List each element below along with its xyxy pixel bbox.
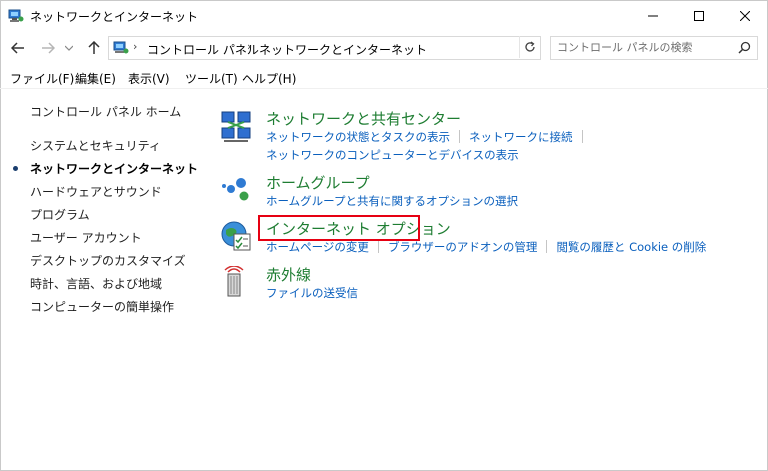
link-divider [581,130,583,143]
breadcrumb-control-panel[interactable]: コントロール パネル [147,41,259,58]
forward-arrow-icon [42,42,55,54]
window-title: ネットワークとインターネット [30,10,199,24]
breadcrumb-separator-icon[interactable]: › [247,40,251,53]
minimize-icon [648,15,658,17]
link-connect-to-network[interactable]: ネットワークに接続 [469,130,573,144]
homegroup-icon [220,174,254,208]
link-delete-browsing-history[interactable]: 閲覧の履歴と Cookie の削除 [556,240,706,254]
close-button[interactable] [722,0,768,32]
recent-locations-button[interactable] [62,38,76,58]
infrared-icon [220,265,254,300]
link-send-receive-files[interactable]: ファイルの送受信 [266,286,358,300]
up-button[interactable] [84,38,104,58]
link-change-home-page[interactable]: ホームページの変更 [266,240,369,254]
menu-help[interactable]: ヘルプ(H) [242,70,296,87]
address-bar[interactable]: › コントロール パネル › ネットワークとインターネット › [108,36,626,60]
breadcrumb-separator-icon[interactable]: › [393,40,397,53]
link-view-network-status[interactable]: ネットワークの状態とタスクの表示 [266,130,450,144]
link-manage-browser-addons[interactable]: ブラウザーのアドオンの管理 [388,240,538,254]
menu-file[interactable]: ファイル(F) [10,70,74,87]
link-view-network-computers-devices[interactable]: ネットワークのコンピューターとデバイスの表示 [266,148,519,162]
close-icon [740,11,750,21]
link-divider [459,130,460,143]
breadcrumb-network-internet[interactable]: ネットワークとインターネット [259,41,427,58]
minimize-button[interactable] [630,0,676,32]
link-divider [377,240,379,253]
left-nav-personalization[interactable]: デスクトップのカスタマイズ [30,252,186,269]
section-links-row: ファイルの送受信 [266,285,358,301]
maximize-button[interactable] [676,0,722,32]
refresh-button[interactable] [519,36,540,58]
control-panel-network-icon [8,8,24,27]
maximize-icon [694,11,704,21]
section-links-row: ホームグループと共有に関するオプションの選択 [266,193,518,209]
network-sharing-center-icon [220,110,254,144]
refresh-icon [525,41,535,52]
navigation-bar: › コントロール パネル › ネットワークとインターネット › [0,34,768,62]
left-nav-programs[interactable]: プログラム [30,206,90,223]
chevron-down-icon [65,45,73,51]
menu-bar: ファイル(F) 編集(E) 表示(V) ツール(T) ヘルプ(H) [0,66,768,89]
up-arrow-icon [88,41,100,54]
back-arrow-icon [11,42,24,54]
left-nav-network-internet[interactable]: ネットワークとインターネット [30,160,198,177]
internet-options-icon [220,220,254,254]
section-title-infrared[interactable]: 赤外線 [266,264,311,285]
left-nav-clock-language-region[interactable]: 時計、言語、および地域 [30,275,162,292]
section-links-row: ネットワークの状態とタスクの表示 ネットワークに接続 [266,129,592,145]
forward-button[interactable] [38,38,58,58]
menu-tools[interactable]: ツール(T) [185,70,238,87]
search-icon[interactable] [738,41,751,57]
section-title-network-sharing-center[interactable]: ネットワークと共有センター [266,108,461,129]
link-homegroup-sharing-options[interactable]: ホームグループと共有に関するオプションの選択 [266,194,518,208]
control-panel-network-icon [113,40,129,59]
search-input[interactable] [557,39,727,55]
left-nav-user-accounts[interactable]: ユーザー アカウント [30,229,142,246]
left-nav-hardware-sound[interactable]: ハードウェアとサウンド [30,183,162,200]
link-divider [546,240,548,253]
section-links-row: ホームページの変更 ブラウザーのアドオンの管理 閲覧の履歴と Cookie の削除 [266,239,706,255]
control-panel-home-link[interactable]: コントロール パネル ホーム [30,103,181,120]
title-bar: ネットワークとインターネット [0,0,768,32]
menu-view[interactable]: 表示(V) [128,70,170,87]
highlight-box [258,215,420,241]
current-page-bullet-icon [13,166,18,171]
section-title-homegroup[interactable]: ホームグループ [266,172,370,193]
search-box[interactable] [550,36,758,60]
breadcrumb-separator-icon: › [133,40,138,53]
menu-edit[interactable]: 編集(E) [75,70,116,87]
left-nav-ease-of-access[interactable]: コンピューターの簡単操作 [30,298,174,315]
left-nav-system-security[interactable]: システムとセキュリティ [30,137,161,154]
back-button[interactable] [8,38,28,58]
section-links-row: ネットワークのコンピューターとデバイスの表示 [266,147,519,163]
